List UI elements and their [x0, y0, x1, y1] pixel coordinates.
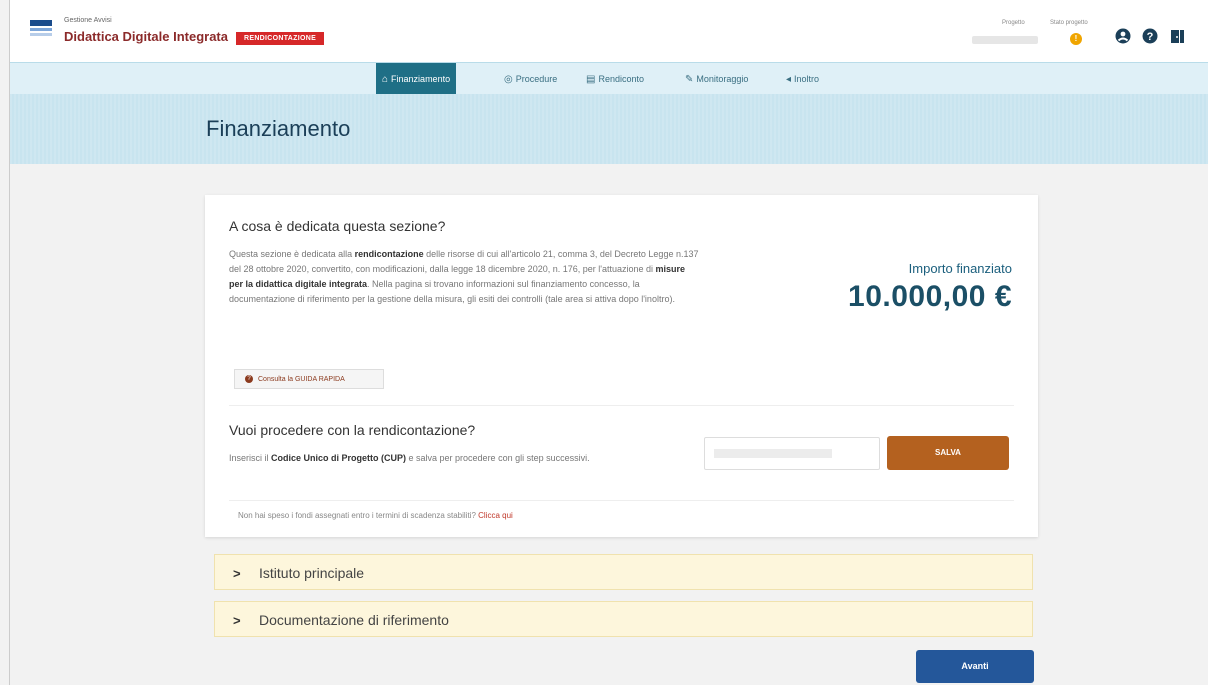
main-nav: ⌂ Finanziamento ◎ Procedure ▤ Rendiconto ✎ M… [10, 62, 1208, 96]
tab-label: Rendiconto [598, 74, 644, 84]
tab-label: Monitoraggio [696, 74, 749, 84]
help-icon[interactable]: ? [1142, 28, 1158, 44]
rendicontazione-description: Inserisci il Codice Unico di Progetto (C… [229, 453, 590, 463]
progress-bar [972, 36, 1038, 44]
note-text: Non hai speso i fondi assegnati entro i … [238, 511, 513, 520]
cup-input-placeholder [714, 449, 832, 458]
divider [229, 405, 1014, 406]
guide-button-label: Consulta la GUIDA RAPIDA [258, 376, 345, 383]
page-title: Finanziamento [206, 116, 351, 141]
app-frame: Gestione Avvisi Didattica Digitale Integ… [9, 0, 1208, 685]
procedure-icon: ◎ [504, 74, 513, 85]
accordion-label: Istituto principale [259, 565, 365, 581]
tab-label: Inoltro [794, 74, 820, 84]
cup-input[interactable] [704, 437, 880, 470]
importo-value: 10.000,00 € [848, 280, 1012, 313]
help-icon: ? [245, 375, 253, 384]
divider [229, 500, 1014, 501]
stato-label: Stato progetto [1050, 20, 1088, 26]
rendiconto-icon: ▤ [586, 74, 596, 85]
rendicontazione-title: Vuoi procedere con la rendicontazione? [229, 422, 476, 438]
title-band [10, 94, 1208, 164]
home-icon: ⌂ [382, 74, 389, 85]
tab-finanziamento[interactable]: ⌂ Finanziamento [376, 63, 457, 95]
top-bar: Gestione Avvisi Didattica Digitale Integ… [10, 0, 1208, 62]
next-button[interactable]: Avanti [916, 650, 1034, 683]
logout-icon[interactable] [1170, 28, 1186, 44]
chevron-right-icon: > [233, 613, 241, 628]
save-button[interactable]: SALVA [887, 436, 1009, 470]
stato-indicator: ! [1070, 33, 1082, 45]
tab-procedure[interactable]: ◎ Procedure [498, 63, 563, 95]
importo-label: Importo finanziato [908, 261, 1012, 276]
accordion-documentazione[interactable]: > Documentazione di riferimento [214, 601, 1033, 637]
guide-button[interactable]: ? Consulta la GUIDA RAPIDA [234, 369, 384, 389]
tab-label: Finanziamento [391, 74, 451, 84]
progress-label: Progetto [1002, 20, 1025, 26]
section-title: A cosa è dedicata questa sezione? [229, 218, 446, 234]
ministry-logo [30, 20, 52, 36]
clicca-qui-link[interactable]: Clicca qui [478, 511, 513, 520]
chevron-right-icon: > [233, 566, 241, 581]
edit-icon: ✎ [685, 74, 694, 85]
tab-rendiconto[interactable]: ▤ Rendiconto [580, 63, 650, 95]
tab-inoltro[interactable]: ◂ Inoltro [780, 63, 825, 95]
accordion-istituto-principale[interactable]: > Istituto principale [214, 554, 1033, 590]
svg-text:?: ? [1147, 31, 1154, 43]
tab-monitoraggio[interactable]: ✎ Monitoraggio [679, 63, 754, 95]
tab-label: Procedure [515, 74, 558, 84]
send-icon: ◂ [786, 74, 792, 85]
app-title[interactable]: Didattica Digitale Integrata [64, 29, 228, 44]
app-subtitle: Gestione Avvisi [64, 17, 112, 24]
accordion-label: Documentazione di riferimento [259, 612, 449, 628]
user-icon[interactable] [1115, 28, 1131, 44]
section-description: Questa sezione è dedicata alla rendicont… [229, 249, 699, 304]
status-badge: RENDICONTAZIONE [236, 32, 325, 45]
